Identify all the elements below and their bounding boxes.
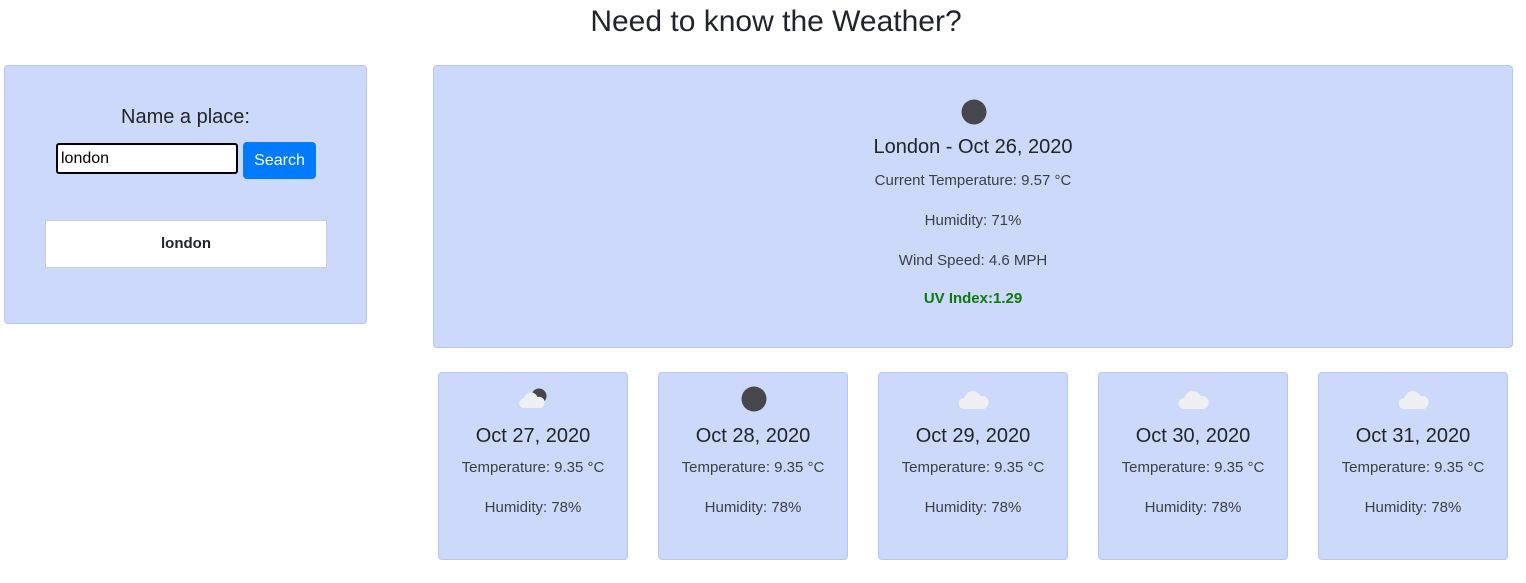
uv-index: UV Index:1.29 (923, 290, 1023, 307)
forecast-date: Oct 30, 2020 (1135, 425, 1251, 447)
cloud-moon-icon (519, 388, 547, 408)
forecast-date: Oct 31, 2020 (1355, 425, 1471, 447)
current-weather-panel: London - Oct 26, 2020 Current Temperatur… (433, 65, 1513, 348)
forecast-card: Oct 27, 2020 Temperature: 9.35 °C Humidi… (438, 372, 628, 560)
history-item-london[interactable]: london (45, 220, 327, 268)
forecast-date: Oct 28, 2020 (695, 425, 811, 447)
current-temperature: Current Temperature: 9.57 °C (874, 172, 1072, 189)
forecast-card: Oct 30, 2020 Temperature: 9.35 °C Humidi… (1098, 372, 1288, 560)
forecast-card: Oct 29, 2020 Temperature: 9.35 °C Humidi… (878, 372, 1068, 560)
search-label: Name a place: (121, 106, 250, 128)
forecast-card: Oct 28, 2020 Temperature: 9.35 °C Humidi… (658, 372, 848, 560)
weather-dashboard: Need to know the Weather? Name a place: … (0, 0, 1526, 583)
forecast-temperature: Temperature: 9.35 °C (681, 459, 825, 476)
forecast-humidity: Humidity: 78% (924, 499, 1022, 516)
forecast-humidity: Humidity: 78% (1364, 499, 1462, 516)
forecast-humidity: Humidity: 78% (1144, 499, 1242, 516)
search-panel: Name a place: Search london (4, 65, 367, 324)
current-humidity: Humidity: 71% (924, 212, 1022, 229)
forecast-date: Oct 27, 2020 (475, 425, 591, 447)
forecast-humidity: Humidity: 78% (704, 499, 802, 516)
page-title: Need to know the Weather? (590, 5, 962, 38)
current-wind-speed: Wind Speed: 4.6 MPH (898, 252, 1048, 269)
cloud-icon (1398, 391, 1429, 409)
search-button[interactable]: Search (243, 142, 316, 179)
search-input[interactable] (56, 143, 238, 174)
forecast-humidity: Humidity: 78% (484, 499, 582, 516)
moon-icon (741, 386, 767, 412)
forecast-temperature: Temperature: 9.35 °C (461, 459, 605, 476)
forecast-temperature: Temperature: 9.35 °C (1341, 459, 1485, 476)
cloud-icon (958, 391, 989, 409)
forecast-temperature: Temperature: 9.35 °C (901, 459, 1045, 476)
forecast-date: Oct 29, 2020 (915, 425, 1031, 447)
forecast-card: Oct 31, 2020 Temperature: 9.35 °C Humidi… (1318, 372, 1508, 560)
moon-icon (961, 99, 987, 125)
cloud-icon (1178, 391, 1209, 409)
forecast-temperature: Temperature: 9.35 °C (1121, 459, 1265, 476)
current-heading: London - Oct 26, 2020 (873, 136, 1073, 158)
